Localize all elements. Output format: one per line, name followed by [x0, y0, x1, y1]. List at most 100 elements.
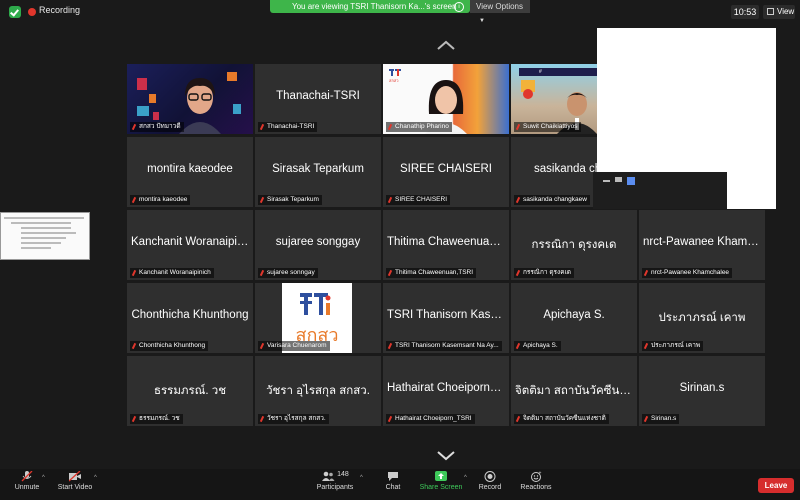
top-bar: Recording You are viewing TSRI Thanisorn… — [0, 0, 800, 24]
cartoon-decoration-icon — [521, 80, 535, 99]
chevron-up-icon[interactable]: ^ — [94, 475, 97, 481]
grid-icon — [767, 8, 774, 15]
participant-tile[interactable]: Thitima Chaweenuan,... Thitima Chaweenuan… — [383, 210, 509, 280]
participant-tile[interactable]: SIREE CHAISERI SIREE CHAISERI — [383, 137, 509, 207]
participant-display-name: SIREE CHAISERI — [399, 163, 493, 175]
security-shield-icon[interactable] — [9, 6, 21, 18]
participant-tile[interactable]: Apichaya S. Apichaya S. — [511, 283, 637, 353]
participant-display-name: sujaree songgay — [275, 236, 361, 248]
view-options-label: View Options — [476, 2, 523, 11]
participant-name-label: Apichaya S. — [514, 341, 561, 351]
participant-display-name: Apichaya S. — [543, 309, 605, 321]
participant-name-label: Chanathip Pharino — [386, 122, 452, 132]
share-screen-button[interactable]: Share Screen ^ — [418, 471, 467, 491]
page-up-chevron-icon[interactable] — [437, 40, 455, 50]
record-label: Record — [478, 484, 502, 491]
participant-name-label: Kanchanit Woranaipinich — [130, 268, 214, 278]
participant-name-label: จิตติมา สถาบันวัคซีนแห่งชาติ — [514, 414, 609, 424]
reactions-button[interactable]: + Reactions — [519, 471, 553, 491]
chat-button[interactable]: Chat — [380, 471, 406, 491]
participant-tile[interactable]: สกสว ปัทมาวดี — [127, 64, 253, 134]
start-video-button[interactable]: Start Video ^ — [56, 471, 97, 491]
participant-tile[interactable]: Thanachai-TSRI Thanachai-TSRI — [255, 64, 381, 134]
participant-display-name: nrct-Pawanee Khamc... — [643, 236, 763, 248]
record-button[interactable]: Record — [476, 471, 504, 491]
participant-display-name: Sirasak Teparkum — [272, 163, 364, 175]
participant-name-label: ธรรมภรณ์. วช — [130, 414, 183, 424]
share-banner-text: You are viewing TSRI Thanisorn Ka...'s s… — [292, 2, 457, 11]
participant-tile[interactable]: nrct-Pawanee Khamc... nrct-Pawanee Khamch… — [639, 210, 765, 280]
participant-name-label: Varisara Chuenarom — [258, 341, 330, 351]
participant-display-name: TSRI Thanisorn Kase... — [387, 309, 507, 321]
svg-text:สกสว: สกสว — [389, 78, 399, 83]
muted-mic-icon — [21, 471, 33, 482]
participant-display-name: กรรณิกา ดุรงคเด — [531, 239, 617, 251]
participant-display-name: ธรรมภรณ์. วช — [153, 385, 227, 397]
share-screen-label: Share Screen — [419, 484, 463, 491]
participant-display-name: Sirinan.s — [679, 382, 725, 394]
participant-name-label: Hathairat Choeiporn_TSRI — [386, 414, 475, 424]
participant-name-label: Sirasak Teparkum — [258, 195, 322, 205]
participant-display-name: Hathairat Choeiporn_... — [387, 382, 506, 394]
participant-tile[interactable]: Kanchanit Woranaipin... Kanchanit Woranai… — [127, 210, 253, 280]
participant-display-name: Chonthicha Khunthong — [131, 309, 249, 321]
participant-name-label: montira kaeodee — [130, 195, 191, 205]
participant-name-label: Chonthicha Khunthong — [130, 341, 209, 351]
chat-label: Chat — [385, 484, 401, 491]
participant-tile[interactable]: วัชรา อุไรสกุล สกสว. วัชรา อุไรสกุล สกสว. — [255, 356, 381, 426]
participant-tile[interactable]: Chonthicha Khunthong Chonthicha Khunthong — [127, 283, 253, 353]
chat-icon — [388, 472, 398, 481]
view-options-button[interactable]: View Options ▼ — [470, 0, 530, 24]
info-icon[interactable]: i — [454, 2, 464, 12]
participant-name-label: Suwit Chaikiattiyos — [514, 122, 581, 132]
participant-display-name: montira kaeodee — [147, 163, 233, 175]
chevron-up-icon[interactable]: ^ — [42, 475, 45, 481]
participant-tile[interactable]: Sirasak Teparkum Sirasak Teparkum — [255, 137, 381, 207]
leave-button[interactable]: Leave — [758, 478, 794, 493]
participants-label: Participants — [316, 484, 354, 491]
participant-name-label: sasikanda changkaew — [514, 195, 590, 205]
mini-view-controls[interactable] — [593, 172, 727, 209]
participant-name-label: กรรณิกา ดุรงคเด — [514, 268, 575, 278]
restore-icon[interactable] — [615, 177, 622, 182]
participant-name-label: nrct-Pawanee Khamchalee — [642, 268, 733, 278]
unmute-button[interactable]: Unmute ^ — [12, 471, 45, 491]
chevron-up-icon[interactable]: ^ — [360, 475, 363, 481]
share-viewing-banner: You are viewing TSRI Thanisorn Ka...'s s… — [270, 0, 470, 13]
chevron-up-icon[interactable]: ^ — [464, 475, 467, 481]
unmute-label: Unmute — [14, 484, 40, 491]
participant-tile[interactable]: ประภาภรณ์ เคาพ ประภาภรณ์ เคาพ — [639, 283, 765, 353]
participant-tile[interactable]: สกสว Varisara Chuenarom — [255, 283, 381, 353]
participant-display-name: วัชรา อุไรสกุล สกสว. — [266, 385, 370, 397]
participant-video — [179, 78, 221, 134]
view-label: View — [777, 7, 795, 16]
shared-screen-thumbnail[interactable] — [0, 212, 90, 260]
tsri-logo-icon: สกสว — [389, 69, 401, 83]
participant-tile[interactable]: sujaree songgay sujaree sonngay — [255, 210, 381, 280]
view-button[interactable]: View — [763, 5, 795, 19]
participant-tile[interactable]: Hathairat Choeiporn_... Hathairat Choeipo… — [383, 356, 509, 426]
clock: 10:53 — [731, 5, 759, 19]
participants-button[interactable]: 148 Participants ^ — [314, 471, 363, 491]
minimize-icon[interactable] — [603, 180, 610, 182]
reactions-icon: + — [531, 471, 542, 482]
chevron-down-icon: ▼ — [479, 18, 485, 24]
recording-label: Recording — [39, 5, 81, 15]
participant-tile[interactable]: กรรณิกา ดุรงคเด กรรณิกา ดุรงคเด — [511, 210, 637, 280]
participant-name-label: sujaree sonngay — [258, 268, 318, 278]
participant-tile[interactable]: สกสว Chanathip Pharino — [383, 64, 509, 134]
page-down-chevron-icon[interactable] — [437, 451, 455, 461]
participants-count: 148 — [337, 471, 349, 478]
participant-name-label: Thitima Chaweenuan,TSRI — [386, 268, 477, 278]
participant-display-name: จิตติมา สถาบันวัคซีนแ... — [515, 385, 637, 397]
participant-tile[interactable]: montira kaeodee montira kaeodee — [127, 137, 253, 207]
share-screen-icon — [435, 471, 447, 481]
participant-display-name: Kanchanit Woranaipin... — [131, 236, 253, 248]
participant-name-label: สกสว ปัทมาวดี — [130, 122, 184, 132]
participant-tile[interactable]: จิตติมา สถาบันวัคซีนแ... จิตติมา สถาบันวั… — [511, 356, 637, 426]
gallery-grid-icon[interactable] — [627, 177, 635, 185]
participant-tile[interactable]: TSRI Thanisorn Kase... TSRI Thanisorn Kas… — [383, 283, 509, 353]
participant-tile[interactable]: Sirinan.s Sirinan.s — [639, 356, 765, 426]
participant-tile[interactable]: ธรรมภรณ์. วช ธรรมภรณ์. วช — [127, 356, 253, 426]
participant-display-name: Thanachai-TSRI — [276, 90, 360, 102]
